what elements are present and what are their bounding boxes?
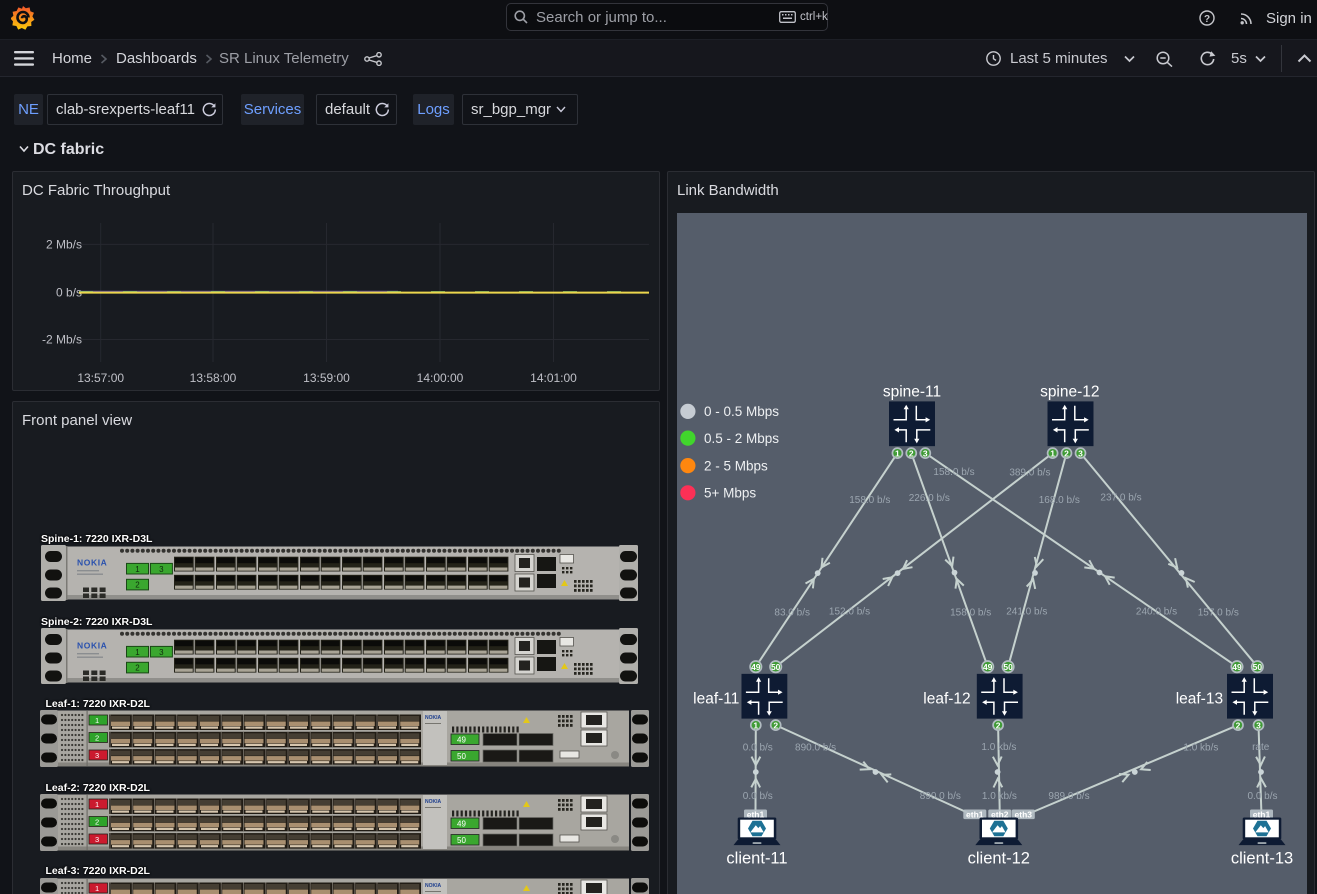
svg-text:spine-12: spine-12 (1040, 383, 1099, 400)
svg-text:?: ? (1204, 14, 1210, 25)
svg-text:3: 3 (95, 835, 99, 844)
svg-text:890.0 b/s: 890.0 b/s (919, 790, 960, 801)
svg-text:13:57:00: 13:57:00 (77, 371, 124, 385)
svg-text:0.5 - 2 Mbps: 0.5 - 2 Mbps (704, 430, 779, 445)
svg-text:1: 1 (135, 565, 140, 574)
svg-text:1: 1 (895, 448, 900, 458)
svg-text:2 - 5 Mbps: 2 - 5 Mbps (704, 458, 768, 473)
svg-text:158.0 b/s: 158.0 b/s (849, 494, 890, 505)
svg-text:83.0 b/s: 83.0 b/s (774, 607, 810, 618)
svg-text:49: 49 (982, 661, 992, 671)
svg-text:3: 3 (95, 751, 99, 760)
svg-text:2 Mb/s: 2 Mb/s (46, 238, 82, 252)
svg-text:1: 1 (95, 716, 99, 725)
svg-text:14:01:00: 14:01:00 (530, 371, 577, 385)
svg-text:2: 2 (135, 581, 140, 590)
svg-text:50: 50 (1003, 661, 1013, 671)
svg-text:890.0 b/s: 890.0 b/s (795, 742, 836, 753)
svg-text:0.0 b/s: 0.0 b/s (742, 742, 772, 753)
svg-text:NOKIA: NOKIA (425, 799, 442, 805)
svg-text:2: 2 (995, 720, 1000, 730)
svg-text:2: 2 (773, 720, 778, 730)
svg-text:NOKIA: NOKIA (425, 883, 442, 889)
svg-text:0.0 b/s: 0.0 b/s (742, 790, 772, 801)
svg-text:158.0 b/s: 158.0 b/s (950, 607, 991, 618)
svg-text:13:59:00: 13:59:00 (303, 371, 350, 385)
svg-text:NOKIA: NOKIA (425, 715, 442, 721)
svg-text:1: 1 (1050, 448, 1055, 458)
svg-text:50: 50 (457, 835, 466, 844)
svg-text:49: 49 (751, 661, 761, 671)
svg-text:157.0 b/s: 157.0 b/s (1197, 607, 1238, 618)
svg-text:1.0 kb/s: 1.0 kb/s (1183, 742, 1218, 753)
svg-text:49: 49 (457, 819, 466, 828)
svg-text:NOKIA: NOKIA (77, 558, 107, 568)
svg-text:989.0 b/s: 989.0 b/s (1048, 790, 1089, 801)
svg-text:rate: rate (1252, 742, 1270, 753)
svg-text:152.0 b/s: 152.0 b/s (828, 606, 869, 617)
svg-text:-2 Mb/s: -2 Mb/s (42, 333, 82, 347)
svg-text:NOKIA: NOKIA (77, 641, 107, 651)
svg-text:50: 50 (1252, 661, 1262, 671)
svg-text:2: 2 (135, 664, 140, 673)
svg-text:49: 49 (1232, 661, 1242, 671)
svg-text:13:58:00: 13:58:00 (190, 371, 237, 385)
svg-text:2: 2 (95, 817, 99, 826)
svg-text:3: 3 (159, 565, 164, 574)
svg-text:leaf-12: leaf-12 (923, 690, 970, 707)
svg-text:49: 49 (457, 735, 466, 744)
svg-text:14:00:00: 14:00:00 (417, 371, 464, 385)
svg-text:237.0 b/s: 237.0 b/s (1100, 492, 1141, 503)
svg-text:3: 3 (1078, 448, 1083, 458)
svg-text:2: 2 (1235, 720, 1240, 730)
svg-text:1: 1 (95, 884, 99, 893)
svg-text:50: 50 (457, 751, 466, 760)
svg-text:1: 1 (753, 720, 758, 730)
svg-text:241.0 b/s: 241.0 b/s (1006, 606, 1047, 617)
svg-text:0 - 0.5 Mbps: 0 - 0.5 Mbps (704, 404, 779, 419)
svg-text:2: 2 (908, 448, 913, 458)
svg-text:3: 3 (922, 448, 927, 458)
svg-text:3: 3 (1256, 720, 1261, 730)
svg-text:50: 50 (770, 661, 780, 671)
svg-text:spine-11: spine-11 (882, 383, 940, 400)
svg-text:1: 1 (95, 800, 99, 809)
svg-text:client-12: client-12 (967, 849, 1029, 867)
svg-text:leaf-13: leaf-13 (1175, 690, 1222, 707)
svg-text:2: 2 (1064, 448, 1069, 458)
svg-text:1.0 kb/s: 1.0 kb/s (981, 742, 1016, 753)
svg-text:0 b/s: 0 b/s (56, 286, 82, 300)
svg-text:client-11: client-11 (726, 849, 787, 867)
svg-text:client-13: client-13 (1230, 849, 1292, 867)
svg-text:1: 1 (135, 648, 140, 657)
svg-text:5+ Mbps: 5+ Mbps (704, 485, 756, 500)
svg-text:2: 2 (95, 733, 99, 742)
svg-text:389.0 b/s: 389.0 b/s (1009, 467, 1050, 478)
svg-text:0.0 b/s: 0.0 b/s (1247, 790, 1277, 801)
svg-text:168.0 b/s: 168.0 b/s (1038, 494, 1079, 505)
svg-text:3: 3 (159, 648, 164, 657)
svg-text:240.0 b/s: 240.0 b/s (1135, 606, 1176, 617)
svg-text:226.0 b/s: 226.0 b/s (908, 493, 949, 504)
svg-text:leaf-11: leaf-11 (693, 690, 739, 707)
svg-text:158.0 b/s: 158.0 b/s (933, 467, 974, 478)
svg-text:1.0 kb/s: 1.0 kb/s (981, 790, 1016, 801)
